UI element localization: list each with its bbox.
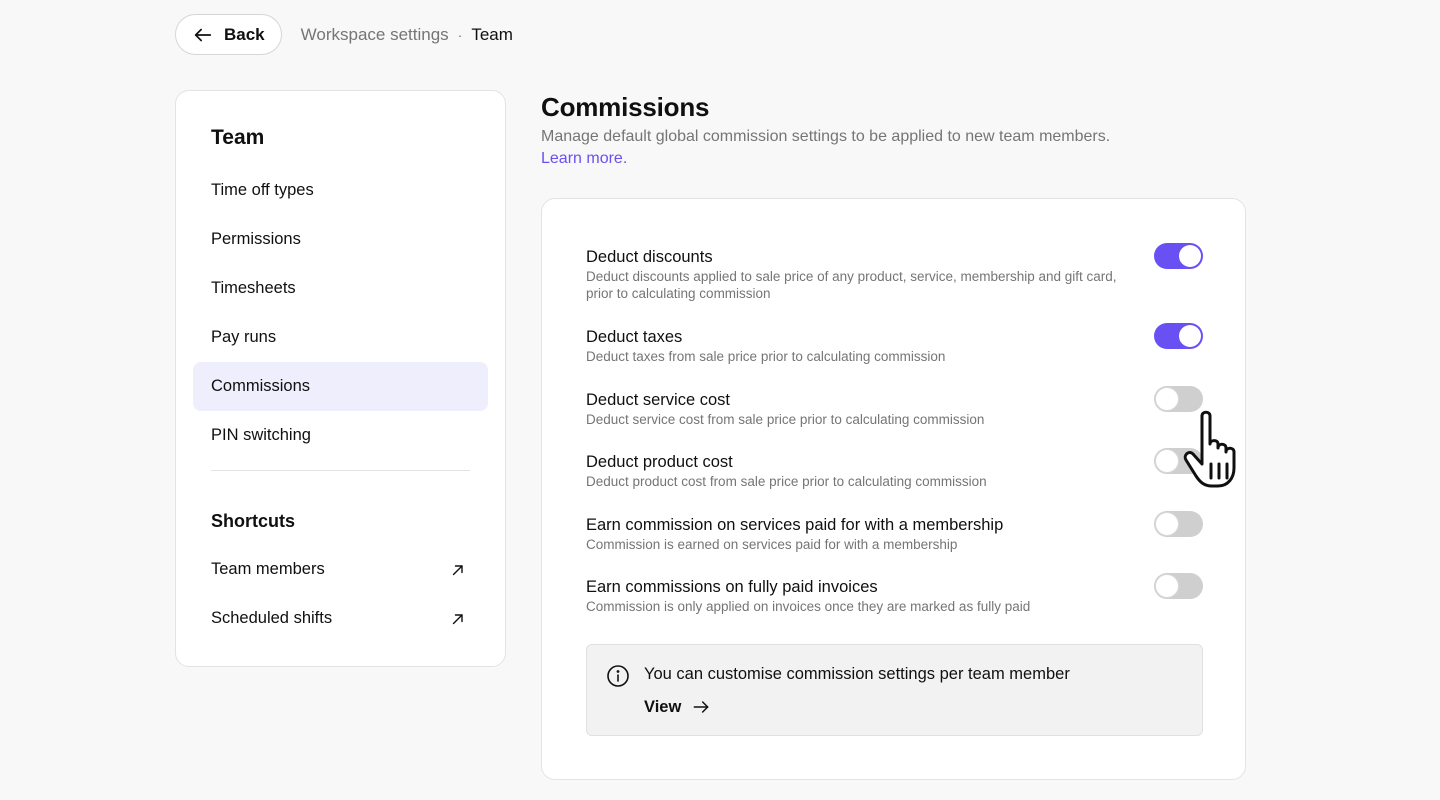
setting-deduct-taxes: Deduct taxes Deduct taxes from sale pric…	[586, 323, 1203, 365]
back-label: Back	[224, 24, 265, 44]
setting-deduct-service-cost: Deduct service cost Deduct service cost …	[586, 386, 1203, 428]
top-bar: Back Workspace settings · Team	[175, 14, 513, 55]
membership-commission-toggle[interactable]	[1154, 511, 1203, 537]
view-link[interactable]: View	[644, 697, 711, 717]
toggle-knob	[1156, 450, 1178, 472]
page-title: Commissions	[541, 92, 710, 122]
toggle-knob	[1156, 513, 1178, 535]
deduct-product-cost-toggle[interactable]	[1154, 448, 1203, 474]
setting-title: Earn commission on services paid for wit…	[586, 516, 1004, 534]
setting-fully-paid-invoices: Earn commissions on fully paid invoices …	[586, 573, 1203, 615]
sidebar-item-commissions[interactable]: Commissions	[193, 362, 488, 411]
toggle-knob	[1179, 245, 1201, 267]
deduct-discounts-toggle[interactable]	[1154, 243, 1203, 269]
arrow-right-icon	[693, 701, 709, 713]
setting-deduct-product-cost: Deduct product cost Deduct product cost …	[586, 448, 1203, 490]
external-arrow-icon	[452, 613, 463, 624]
setting-description: Deduct discounts applied to sale price o…	[586, 269, 1117, 301]
sidebar-item-pay-runs[interactable]: Pay runs	[193, 313, 488, 362]
shortcut-label: Scheduled shifts	[211, 609, 333, 627]
view-label: View	[644, 697, 682, 716]
setting-title: Deduct discounts	[586, 248, 713, 266]
setting-title: Deduct product cost	[586, 453, 733, 471]
sidebar-divider	[211, 470, 470, 471]
setting-title: Deduct service cost	[586, 391, 730, 409]
info-banner: You can customise commission settings pe…	[586, 644, 1203, 736]
settings-sidebar: Team Time off types Permissions Timeshee…	[175, 90, 506, 667]
info-text: You can customise commission settings pe…	[644, 665, 1070, 683]
setting-deduct-discounts: Deduct discounts Deduct discounts applie…	[586, 243, 1203, 302]
setting-description: Deduct service cost from sale price prio…	[586, 412, 985, 427]
sidebar-item-pin-switching[interactable]: PIN switching	[193, 411, 488, 460]
external-arrow-icon	[452, 564, 463, 575]
sidebar-item-permissions[interactable]: Permissions	[193, 215, 488, 264]
breadcrumb-workspace-settings[interactable]: Workspace settings	[301, 25, 449, 45]
shortcut-label: Team members	[211, 560, 325, 578]
sidebar-item-timesheets[interactable]: Timesheets	[193, 264, 488, 313]
sidebar-title: Team	[211, 126, 265, 149]
page-description: Manage default global commission setting…	[541, 128, 1111, 145]
shortcut-list: Team members Scheduled shifts	[193, 545, 488, 643]
sidebar-nav: Time off types Permissions Timesheets Pa…	[193, 166, 488, 460]
setting-description: Deduct taxes from sale price prior to ca…	[586, 349, 946, 364]
breadcrumb: Workspace settings · Team	[301, 25, 513, 45]
setting-title: Deduct taxes	[586, 328, 683, 346]
arrow-left-icon	[194, 28, 212, 41]
setting-description: Commission is earned on services paid fo…	[586, 537, 958, 552]
breadcrumb-separator: ·	[457, 26, 463, 43]
toggle-knob	[1179, 325, 1201, 347]
info-icon	[607, 665, 629, 687]
toggle-knob	[1156, 388, 1178, 410]
learn-more-link[interactable]: Learn more.	[541, 150, 627, 168]
setting-description: Deduct product cost from sale price prio…	[586, 474, 987, 489]
commission-settings-card: Deduct discounts Deduct discounts applie…	[541, 198, 1246, 780]
breadcrumb-team: Team	[471, 24, 513, 44]
deduct-taxes-toggle[interactable]	[1154, 323, 1203, 349]
back-button[interactable]: Back	[175, 14, 282, 55]
toggle-knob	[1156, 575, 1178, 597]
shortcut-team-members[interactable]: Team members	[193, 545, 488, 594]
setting-title: Earn commissions on fully paid invoices	[586, 578, 878, 596]
shortcut-scheduled-shifts[interactable]: Scheduled shifts	[193, 594, 488, 643]
shortcuts-title: Shortcuts	[211, 511, 296, 531]
fully-paid-invoices-toggle[interactable]	[1154, 573, 1203, 599]
setting-membership-commission: Earn commission on services paid for wit…	[586, 511, 1203, 553]
deduct-service-cost-toggle[interactable]	[1154, 386, 1203, 412]
setting-description: Commission is only applied on invoices o…	[586, 599, 1031, 614]
sidebar-item-time-off-types[interactable]: Time off types	[193, 166, 488, 215]
